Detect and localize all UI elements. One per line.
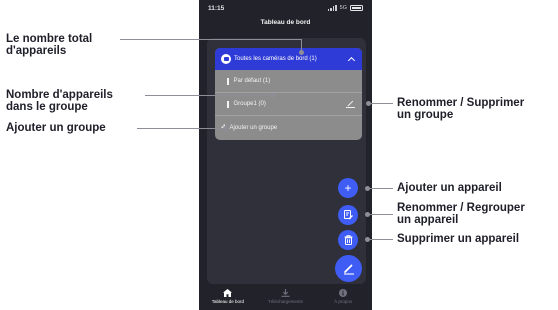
group-panel: Toutes les caméras de bord (1) Par défau… (215, 48, 362, 140)
info-icon (339, 289, 348, 297)
leader-line (137, 128, 225, 129)
nav-dashboard-label: Tableau de bord (211, 299, 244, 304)
group-row-group1[interactable]: Groupe1 (0) (215, 93, 362, 116)
annotation-delete-device: Supprimer un appareil (397, 233, 520, 245)
network-label: 5G (339, 4, 347, 11)
camera-icon (221, 54, 231, 64)
rename-regroup-device-button[interactable] (338, 205, 358, 225)
nav-about-label: À propos (334, 299, 353, 304)
nav-about[interactable]: À propos (314, 286, 372, 310)
annotation-devices-in-group: Nombre d'appareils dans le groupe (6, 89, 113, 113)
page-title: Tableau de bord (260, 19, 311, 26)
document-edit-icon (343, 210, 353, 220)
trash-icon (344, 235, 352, 245)
leader-line (368, 214, 393, 215)
leader-line (368, 239, 393, 240)
delete-device-button[interactable] (338, 230, 358, 250)
group-label: Par défaut (1) (233, 78, 271, 84)
group-marker (227, 77, 229, 85)
home-icon (223, 289, 233, 297)
annotation-add-device: Ajouter un appareil (397, 182, 502, 194)
leader-dot (270, 93, 275, 98)
status-indicators: 5G (327, 4, 363, 11)
annotation-rename-regroup-device: Renommer / Regrouper un appareil (397, 202, 525, 226)
plus-icon: + (344, 181, 352, 195)
all-cameras-label: Toutes les caméras de bord (1) (234, 56, 317, 62)
pencil-icon (343, 264, 354, 275)
chevron-up-icon[interactable] (347, 56, 356, 64)
group-row-default[interactable]: Par défaut (1) (215, 70, 362, 93)
add-group-label: Ajouter un groupe (229, 125, 278, 131)
group-header[interactable]: Toutes les caméras de bord (1) (215, 48, 362, 70)
group-label: Groupe1 (0) (233, 101, 266, 107)
signal-icon (327, 4, 337, 11)
download-icon (281, 289, 290, 297)
add-device-button[interactable]: + (338, 178, 358, 198)
leader-dot (223, 126, 228, 131)
status-time: 11:15 (208, 5, 225, 12)
battery-icon (350, 4, 363, 11)
nav-downloads-label: Téléchargements (268, 299, 303, 304)
bottom-nav: Tableau de bord Téléchargements À propos (199, 286, 372, 310)
annotation-rename-delete-group: Renommer / Supprimer un groupe (397, 97, 525, 121)
annotation-total-devices: Le nombre total d'appareils (6, 33, 93, 57)
leader-line (369, 103, 393, 104)
edit-group-icon[interactable] (346, 99, 356, 109)
leader-line (145, 95, 272, 96)
status-bar: 11:15 5G (199, 0, 372, 16)
add-group-button[interactable]: + Ajouter un groupe (215, 116, 362, 140)
nav-dashboard[interactable]: Tableau de bord (199, 286, 257, 310)
nav-downloads[interactable]: Téléchargements (257, 286, 315, 310)
leader-line (368, 188, 393, 189)
annotation-add-group: Ajouter un groupe (6, 122, 106, 134)
leader-line (120, 39, 301, 40)
group-marker (227, 100, 229, 108)
edit-mode-button[interactable] (335, 255, 362, 282)
leader-dot (299, 50, 304, 55)
